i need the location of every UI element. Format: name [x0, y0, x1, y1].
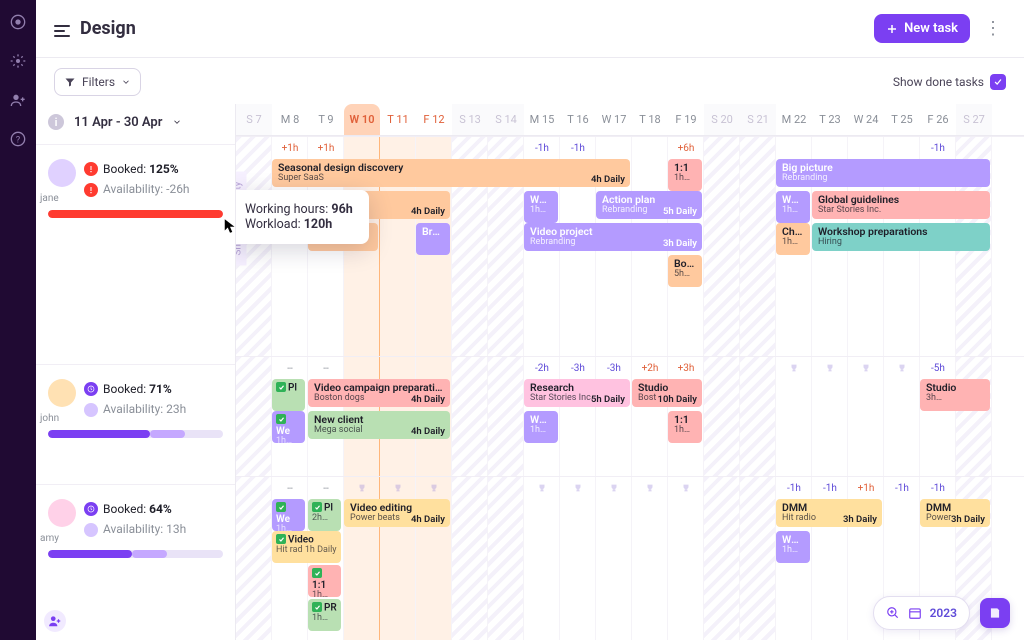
- cursor: [224, 218, 236, 234]
- task-card[interactable]: Week1h…: [776, 191, 810, 223]
- day-header[interactable]: T 23: [812, 104, 848, 135]
- zoom-year-pill[interactable]: 2023: [873, 596, 970, 630]
- day-header[interactable]: M 8: [272, 104, 308, 135]
- day-header[interactable]: F 12: [416, 104, 452, 135]
- timeline[interactable]: S 7M 8T 9W 10T 11F 12S 13S 14M 15T 16W 1…: [236, 104, 1024, 640]
- show-done-toggle[interactable]: Show done tasks: [893, 74, 1006, 90]
- day-header[interactable]: T 16: [560, 104, 596, 135]
- task-chip[interactable]: We1h…: [272, 499, 305, 531]
- day-header[interactable]: S 20: [704, 104, 740, 135]
- task-chip[interactable]: We1h…: [272, 411, 305, 443]
- more-icon[interactable]: ⋮: [980, 14, 1006, 43]
- page-title: Design: [54, 18, 136, 39]
- day-header[interactable]: M 15: [524, 104, 560, 135]
- task-card[interactable]: Video editingPower beats4h Daily: [344, 499, 450, 527]
- calendar-icon[interactable]: [908, 606, 922, 620]
- gear-icon[interactable]: [10, 53, 26, 72]
- left-panel: i 11 Apr - 30 Apr Booked: 125% Availabil…: [36, 104, 236, 640]
- menu-icon[interactable]: [54, 22, 70, 36]
- task-chip[interactable]: Pl2h…: [308, 499, 341, 531]
- person-card: Booked: 71% Availability: 23h john: [36, 364, 235, 484]
- date-header: S 7M 8T 9W 10T 11F 12S 13S 14M 15T 16W 1…: [236, 104, 1024, 136]
- info-icon[interactable]: i: [48, 114, 64, 130]
- help-icon[interactable]: ?: [10, 131, 26, 150]
- person-name: john: [40, 413, 59, 424]
- task-card[interactable]: Action planRebranding5h Daily: [596, 191, 702, 219]
- task-card[interactable]: StudioBost10h Daily: [632, 379, 702, 407]
- hours-row: -----1h-1h+1h-1h-1h: [236, 477, 1024, 496]
- day-header[interactable]: W 17: [596, 104, 632, 135]
- task-chip[interactable]: Pl: [272, 379, 305, 411]
- svg-text:?: ?: [16, 134, 21, 145]
- avatar[interactable]: [48, 499, 76, 527]
- workload-bar: [48, 210, 223, 218]
- avatar[interactable]: [48, 379, 76, 407]
- day-header[interactable]: T 11: [380, 104, 416, 135]
- add-person-button[interactable]: [44, 610, 66, 632]
- day-header[interactable]: S 7: [236, 104, 272, 135]
- task-card[interactable]: Workshop preparationsHiring: [812, 223, 990, 251]
- task-card[interactable]: Video projectRebranding3h Daily: [524, 223, 702, 251]
- day-header[interactable]: W 10: [344, 104, 380, 135]
- task-chip[interactable]: 1:11h…: [308, 565, 341, 597]
- day-header[interactable]: T 25: [884, 104, 920, 135]
- day-header[interactable]: S 13: [452, 104, 488, 135]
- task-card[interactable]: Studio3h…: [920, 379, 990, 411]
- task-card[interactable]: Check1h…: [776, 223, 810, 255]
- day-header[interactable]: W 24: [848, 104, 884, 135]
- avatar[interactable]: [48, 159, 76, 187]
- new-task-button[interactable]: New task: [874, 14, 970, 43]
- task-card[interactable]: DMMHit radio3h Daily: [776, 499, 882, 527]
- day-header[interactable]: S 21: [740, 104, 776, 135]
- header: Design New task ⋮: [36, 0, 1024, 58]
- hours-row: +1h+1h+1h+1h+1h-1h-1h+6h-1h: [236, 137, 1024, 154]
- workload-bar: [48, 430, 223, 438]
- task-card[interactable]: Brain: [416, 223, 450, 255]
- footer-controls: 2023: [873, 596, 1010, 630]
- task-card[interactable]: Week1h…: [776, 531, 810, 563]
- task-card[interactable]: Seasonal design discoverySuper SaaS4h Da…: [272, 159, 630, 187]
- task-card[interactable]: 1:11h…: [668, 411, 702, 443]
- task-card[interactable]: DMMPower3h Daily: [920, 499, 990, 527]
- task-card[interactable]: Video campaign preparationBoston dogs4h …: [308, 379, 450, 407]
- task-card[interactable]: New clientMega social4h Daily: [308, 411, 450, 439]
- task-card[interactable]: Global guidelinesStar Stories Inc.: [812, 191, 990, 219]
- workload-bar: [48, 550, 223, 558]
- task-card[interactable]: 1:11h…: [668, 159, 702, 191]
- task-card[interactable]: ResearchStar Stories Inc.5h Daily: [524, 379, 630, 407]
- timeline-lane: -----------2h-3h-3h+2h+3h-5h Video campa…: [236, 356, 1024, 476]
- date-range-picker[interactable]: i 11 Apr - 30 Apr: [36, 104, 235, 144]
- person-name: jane: [40, 193, 59, 204]
- person-card: Booked: 125% Availability: -26h jane: [36, 144, 235, 364]
- person-name: amy: [40, 533, 59, 544]
- task-card[interactable]: Week1h…: [524, 411, 558, 443]
- task-card[interactable]: Board5h…: [668, 255, 702, 287]
- task-card[interactable]: Week1h…: [524, 191, 558, 223]
- task-chip[interactable]: VideoHit rad 1h Daily: [272, 531, 341, 563]
- day-header[interactable]: S 27: [956, 104, 992, 135]
- task-chip[interactable]: PR1h…: [308, 599, 341, 631]
- day-header[interactable]: F 19: [668, 104, 704, 135]
- workload-tooltip: Working hours: 96h Workload: 120h: [236, 190, 369, 244]
- person-card: Booked: 64% Availability: 13h amy: [36, 484, 235, 640]
- logo-icon[interactable]: [10, 14, 26, 33]
- toolbar: Filters Show done tasks: [36, 58, 1024, 104]
- filters-button[interactable]: Filters: [54, 68, 141, 96]
- timeline-lane: +1h+1h+1h+1h+1h-1h-1h+6h-1h Seasonal des…: [236, 136, 1024, 356]
- save-view-button[interactable]: [980, 598, 1010, 628]
- day-header[interactable]: T 9: [308, 104, 344, 135]
- day-header[interactable]: T 18: [632, 104, 668, 135]
- hours-row: -----------2h-3h-3h+2h+3h-5h: [236, 357, 1024, 376]
- day-header[interactable]: S 14: [488, 104, 524, 135]
- day-header[interactable]: M 22: [776, 104, 812, 135]
- sidebar: ?: [0, 0, 36, 640]
- zoom-icon[interactable]: [886, 606, 900, 620]
- task-card[interactable]: Big pictureRebranding: [776, 159, 990, 187]
- user-plus-icon[interactable]: [10, 92, 26, 111]
- day-header[interactable]: F 26: [920, 104, 956, 135]
